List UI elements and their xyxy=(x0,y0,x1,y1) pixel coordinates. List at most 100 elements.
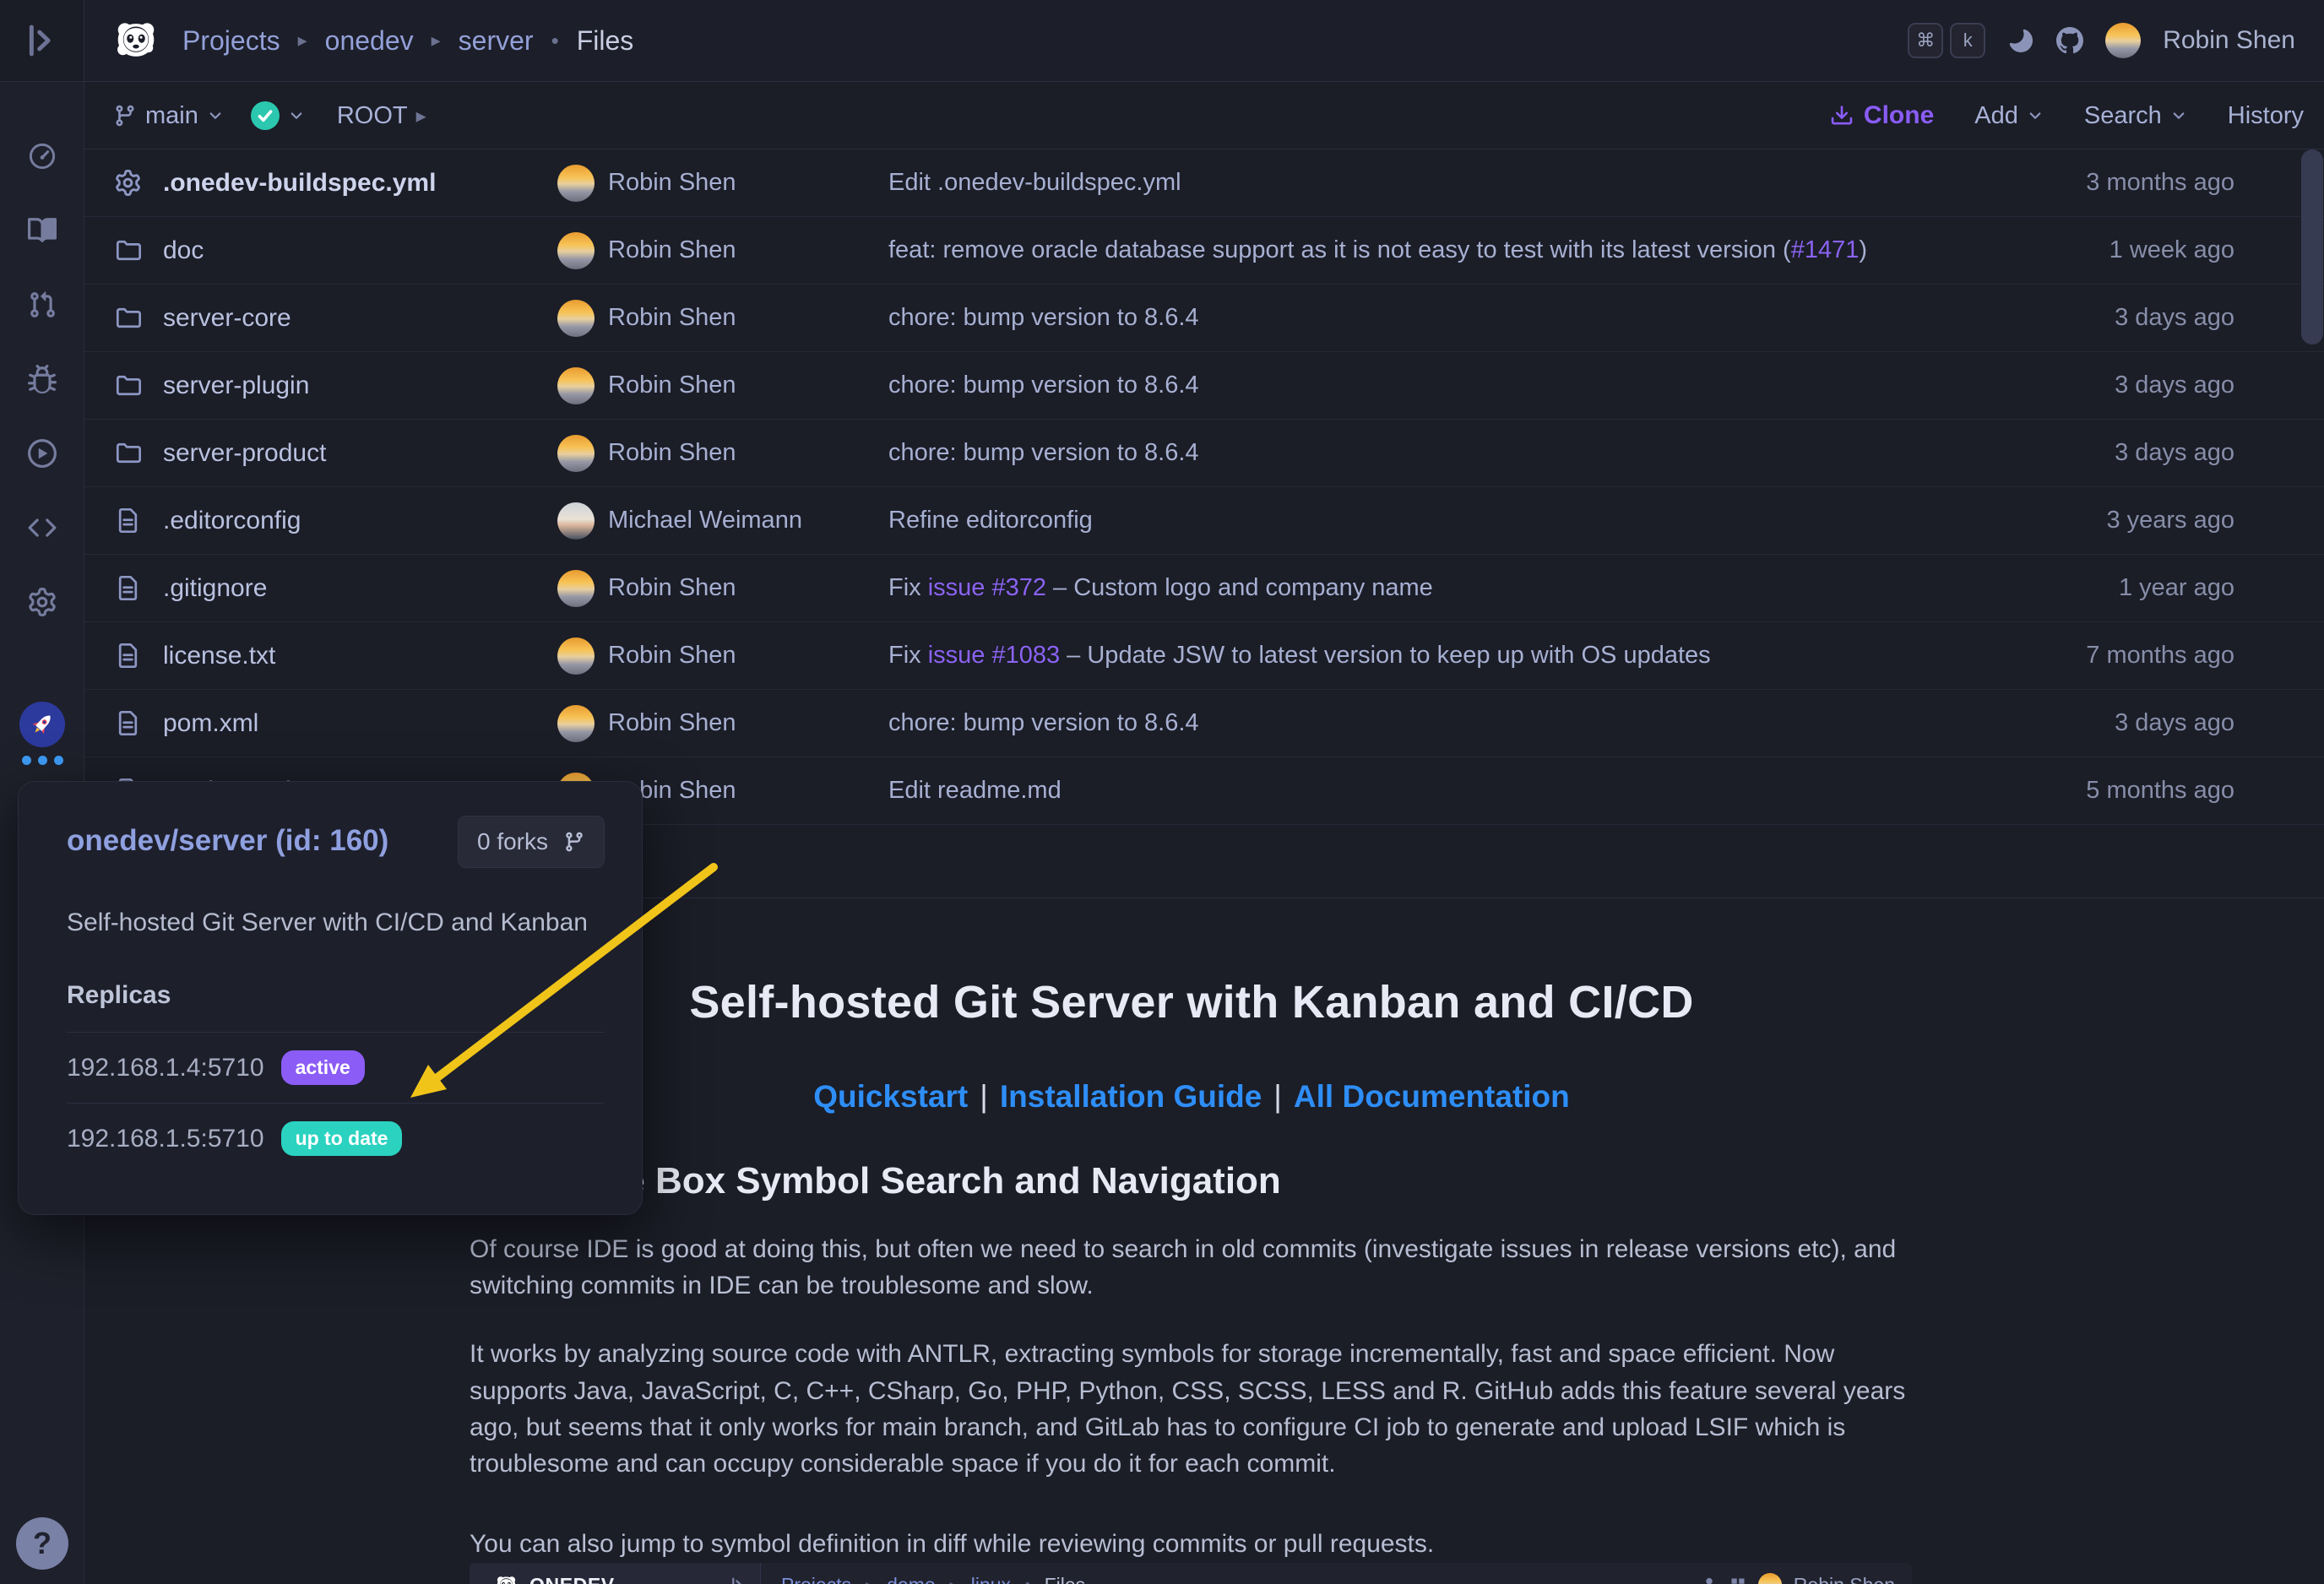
commit-message[interactable]: chore: bump version to 8.6.4 xyxy=(888,304,1866,332)
repo-toolbar: main ROOT ▸ Clone Add Search xyxy=(84,83,2324,149)
commit-message[interactable]: Fix issue #372 – Custom logo and company… xyxy=(888,574,1866,602)
file-type-icon xyxy=(115,372,141,399)
commit-date: 1 week ago xyxy=(1866,236,2234,264)
pin-icon xyxy=(1701,1576,1718,1584)
author-avatar xyxy=(557,705,595,742)
issue-link[interactable]: issue #1083 xyxy=(928,642,1060,669)
commit-message[interactable]: chore: bump version to 8.6.4 xyxy=(888,372,1866,399)
sidebar-item-dashboard[interactable] xyxy=(0,142,84,171)
add-menu[interactable]: Add xyxy=(1974,102,2044,130)
issue-link[interactable]: issue #372 xyxy=(928,574,1046,601)
all-documentation-link[interactable]: All Documentation xyxy=(1294,1079,1570,1114)
issue-link[interactable]: #1471 xyxy=(1791,236,1860,263)
sidebar-item-rocket[interactable] xyxy=(0,702,84,747)
commit-message[interactable]: chore: bump version to 8.6.4 xyxy=(888,709,1866,737)
check-circle-icon xyxy=(251,101,280,130)
file-name-link[interactable]: .editorconfig xyxy=(163,507,301,535)
commit-message[interactable]: chore: bump version to 8.6.4 xyxy=(888,439,1866,467)
github-link[interactable] xyxy=(2056,27,2083,54)
author-name: Robin Shen xyxy=(608,236,736,264)
replica-status-badge: up to date xyxy=(281,1121,403,1156)
file-name-link[interactable]: doc xyxy=(163,236,204,265)
commit-date: 5 months ago xyxy=(1866,777,2234,805)
current-user-name[interactable]: Robin Shen xyxy=(2163,26,2295,55)
file-type-icon xyxy=(115,170,141,196)
sidebar-item-docs[interactable] xyxy=(0,216,84,245)
sidebar-item-pull-requests[interactable] xyxy=(0,290,84,319)
pull-request-icon xyxy=(28,290,57,319)
mini-breadcrumb-item: linux xyxy=(971,1574,1011,1584)
commit-date: 7 months ago xyxy=(1866,642,2234,670)
file-name-link[interactable]: license.txt xyxy=(163,642,275,670)
book-icon xyxy=(28,216,57,245)
help-button[interactable]: ? xyxy=(0,1517,84,1570)
file-type-icon xyxy=(115,643,141,669)
build-status-selector[interactable] xyxy=(236,101,305,130)
onedev-logo-icon[interactable] xyxy=(113,18,159,63)
readme-paragraph: Of course IDE is good at doing this, but… xyxy=(470,1231,1914,1304)
commit-date: 3 days ago xyxy=(1866,439,2234,467)
dark-mode-toggle[interactable] xyxy=(2007,27,2034,54)
search-menu[interactable]: Search xyxy=(2084,102,2187,130)
commit-message[interactable]: feat: remove oracle database support as … xyxy=(888,236,1866,264)
file-type-icon xyxy=(115,237,141,263)
author-avatar xyxy=(557,502,595,540)
file-name-link[interactable]: .gitignore xyxy=(163,574,267,603)
breadcrumb: Projects ▸ onedev ▸ server • Files xyxy=(182,25,633,57)
author-avatar xyxy=(557,165,595,202)
installation-guide-link[interactable]: Installation Guide xyxy=(1000,1079,1262,1114)
author-name: Robin Shen xyxy=(608,574,736,602)
breadcrumb-projects[interactable]: Projects xyxy=(182,25,280,57)
table-row[interactable]: doc Robin Shen feat: remove oracle datab… xyxy=(84,217,2324,285)
onedev-app-window: ? Projects ▸ onedev ▸ server • Files ⌘ k… xyxy=(0,0,2324,1584)
loading-dots-icon xyxy=(0,756,84,765)
project-description: Self-hosted Git Server with CI/CD and Ka… xyxy=(67,909,605,937)
path-root[interactable]: ROOT ▸ xyxy=(337,102,426,130)
sidebar-item-settings[interactable] xyxy=(0,588,84,616)
file-name-link[interactable]: server-product xyxy=(163,439,326,468)
gauge-icon xyxy=(28,142,57,171)
quickstart-link[interactable]: Quickstart xyxy=(813,1079,968,1114)
file-name-link[interactable]: pom.xml xyxy=(163,709,258,738)
branch-name: main xyxy=(145,102,198,130)
commit-message[interactable]: Edit .onedev-buildspec.yml xyxy=(888,169,1866,197)
mini-avatar xyxy=(1758,1573,1782,1584)
commit-message[interactable]: Edit readme.md xyxy=(888,777,1866,805)
commit-date: 3 days ago xyxy=(1866,372,2234,399)
breadcrumb-server[interactable]: server xyxy=(459,25,534,57)
file-name-link[interactable]: .onedev-buildspec.yml xyxy=(163,169,436,198)
clone-button[interactable]: Clone xyxy=(1830,101,1934,130)
vertical-scrollbar[interactable] xyxy=(2301,149,2323,344)
replica-status-badge: active xyxy=(281,1050,365,1085)
breadcrumb-onedev[interactable]: onedev xyxy=(325,25,414,57)
table-row[interactable]: server-core Robin Shen chore: bump versi… xyxy=(84,285,2324,352)
commit-message[interactable]: Refine editorconfig xyxy=(888,507,1866,534)
table-row[interactable]: .editorconfig Michael Weimann Refine edi… xyxy=(84,487,2324,555)
table-row[interactable]: .gitignore Robin Shen Fix issue #372 – C… xyxy=(84,555,2324,622)
sidebar-expand-button[interactable] xyxy=(0,0,84,82)
table-row[interactable]: server-product Robin Shen chore: bump ve… xyxy=(84,420,2324,487)
branch-selector[interactable]: main xyxy=(113,102,224,130)
sidebar-item-issues[interactable] xyxy=(0,365,84,393)
chevron-right-icon: ▸ xyxy=(432,30,441,52)
sidebar-item-builds[interactable] xyxy=(0,439,84,468)
keyboard-shortcut-hint[interactable]: ⌘ k xyxy=(1908,23,1985,58)
table-row[interactable]: server-plugin Robin Shen chore: bump ver… xyxy=(84,352,2324,420)
bug-icon xyxy=(28,365,57,393)
table-row[interactable]: license.txt Robin Shen Fix issue #1083 –… xyxy=(84,622,2324,690)
author-avatar xyxy=(557,570,595,607)
grid-icon xyxy=(1729,1576,1746,1584)
file-name-link[interactable]: server-core xyxy=(163,304,291,333)
table-row[interactable]: pom.xml Robin Shen chore: bump version t… xyxy=(84,690,2324,757)
forks-button[interactable]: 0 forks xyxy=(458,816,605,868)
table-row[interactable]: .onedev-buildspec.yml Robin Shen Edit .o… xyxy=(84,149,2324,217)
mini-breadcrumb-item: demo xyxy=(887,1574,936,1584)
author-name: Michael Weimann xyxy=(608,507,802,534)
replica-row: 192.168.1.4:5710 active xyxy=(67,1032,605,1103)
user-avatar[interactable] xyxy=(2105,23,2141,58)
sidebar-item-code[interactable] xyxy=(0,513,84,542)
commit-message[interactable]: Fix issue #1083 – Update JSW to latest v… xyxy=(888,642,1866,670)
file-name-link[interactable]: server-plugin xyxy=(163,372,309,400)
history-button[interactable]: History xyxy=(2228,102,2304,130)
file-type-icon xyxy=(115,575,141,601)
